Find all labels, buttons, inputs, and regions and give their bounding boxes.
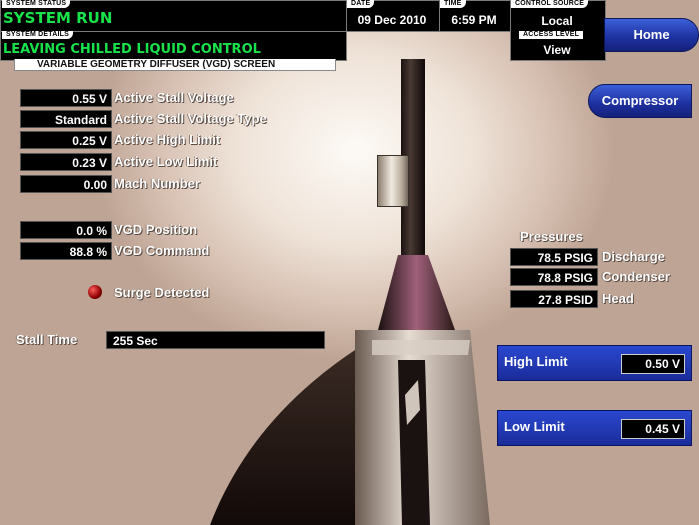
- pressures-title: Pressures: [520, 229, 583, 244]
- surge-detected-label: Surge Detected: [114, 285, 210, 300]
- compressor-button[interactable]: Compressor: [588, 84, 692, 118]
- active-stall-voltage-type-label: Active Stall Voltage Type: [114, 111, 267, 126]
- condenser-pressure-label: Condenser: [602, 269, 670, 284]
- active-high-limit-label: Active High Limit: [114, 132, 221, 147]
- vgd-command-label: VGD Command: [114, 243, 210, 258]
- discharge-pressure-label: Discharge: [602, 249, 665, 264]
- active-stall-voltage-value: 0.55 V: [20, 89, 112, 107]
- stall-time-label: Stall Time: [16, 332, 78, 347]
- active-stall-voltage-label: Active Stall Voltage: [114, 90, 234, 105]
- discharge-pressure-value: 78.5 PSIG: [510, 248, 598, 266]
- high-limit-panel: High Limit 0.50 V: [497, 345, 692, 381]
- stall-time-value: 255 Sec: [106, 331, 325, 349]
- high-limit-input[interactable]: 0.50 V: [621, 354, 685, 374]
- mach-number-label: Mach Number: [114, 176, 200, 191]
- vgd-position-label: VGD Position: [114, 222, 198, 237]
- active-low-limit-label: Active Low Limit: [114, 154, 218, 169]
- impeller-bowl: [210, 350, 355, 525]
- active-stall-voltage-type-value: Standard: [20, 110, 112, 128]
- head-pressure-value: 27.8 PSID: [510, 290, 598, 308]
- low-limit-panel: Low Limit 0.45 V: [497, 410, 692, 446]
- condenser-pressure-value: 78.8 PSIG: [510, 268, 598, 286]
- low-limit-label: Low Limit: [504, 419, 565, 434]
- diffuser-vane: [372, 340, 470, 355]
- surge-indicator-icon: [88, 285, 102, 299]
- active-high-limit-value: 0.25 V: [20, 131, 112, 149]
- mach-number-value: 0.00: [20, 175, 112, 193]
- high-limit-label: High Limit: [504, 354, 568, 369]
- vgd-command-value: 88.8 %: [20, 242, 112, 260]
- vgd-position-value: 0.0 %: [20, 221, 112, 239]
- low-limit-input[interactable]: 0.45 V: [621, 419, 685, 439]
- head-pressure-label: Head: [602, 291, 634, 306]
- diffuser-throat: [378, 255, 455, 330]
- active-low-limit-value: 0.23 V: [20, 153, 112, 171]
